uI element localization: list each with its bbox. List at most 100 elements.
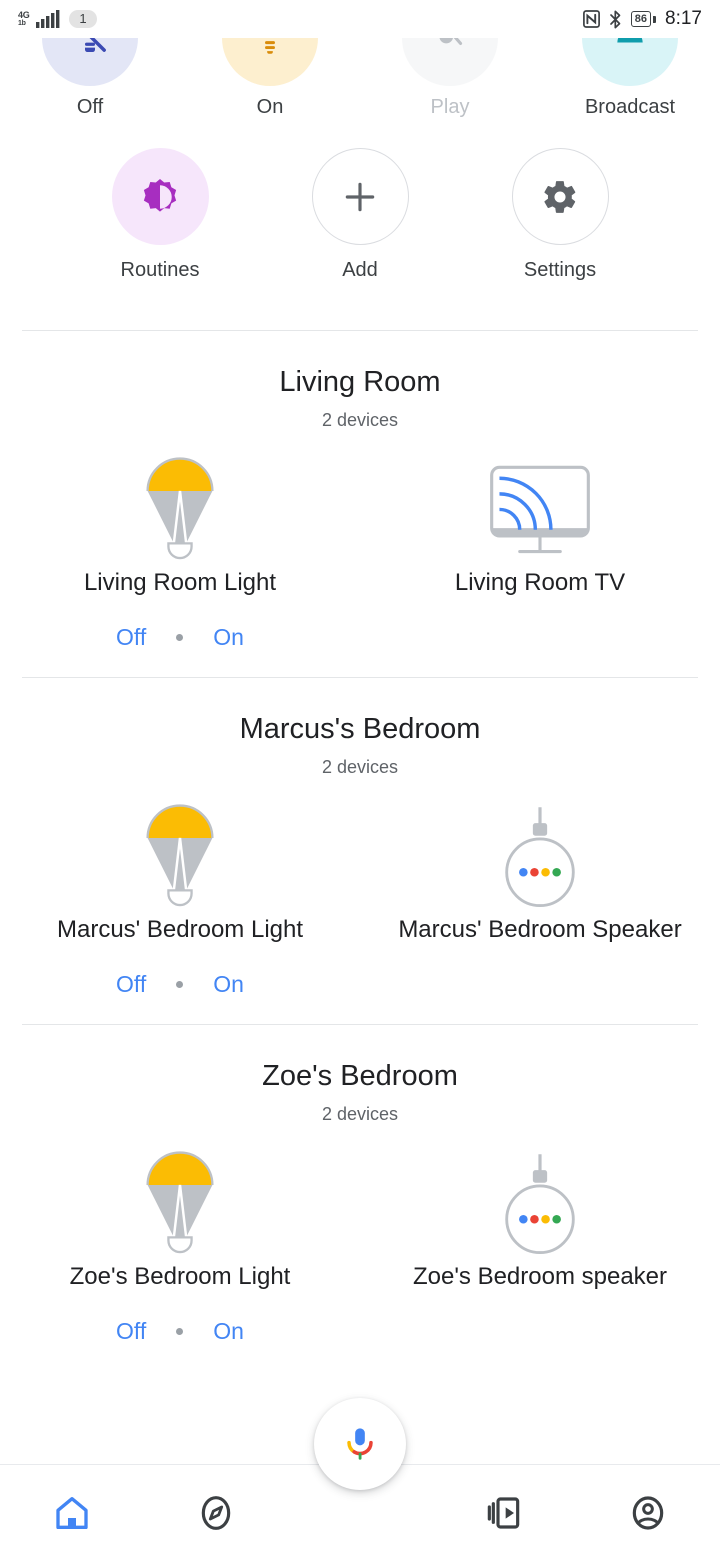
quick-action-play-circle[interactable] (402, 38, 498, 86)
device-icon-wrap[interactable] (133, 800, 227, 916)
nav-media[interactable] (432, 1465, 576, 1560)
add-button[interactable]: Add (286, 148, 434, 282)
device-on-button[interactable]: On (213, 1318, 244, 1345)
device-power-controls: Off On (116, 970, 244, 998)
google-assistant-mic-icon (347, 1428, 373, 1460)
battery-indicator: 86 (630, 11, 657, 27)
device-power-controls: Off On (116, 623, 244, 651)
room-section-living-room: Living Room 2 devices Living Room Light (0, 331, 720, 677)
status-bar: 4G 1b 1 86 8:17 (0, 0, 720, 38)
add-circle[interactable] (311, 148, 409, 245)
settings-button[interactable]: Settings (486, 148, 634, 282)
device-off-button[interactable]: Off (116, 971, 146, 998)
explore-compass-icon (201, 1495, 231, 1530)
room-section-marcuss-bedroom: Marcus's Bedroom 2 devices Marcus' Bedro… (0, 678, 720, 1024)
device-tile[interactable]: Living Room Light Off On (0, 453, 360, 651)
quick-action-on-label: On (256, 96, 284, 118)
actions-row: Routines Add Settings (0, 148, 720, 282)
network-type-secondary: 1b (18, 20, 26, 27)
routines-label: Routines (120, 259, 200, 281)
quick-action-broadcast-label: Broadcast (584, 96, 676, 118)
nav-explore[interactable] (144, 1465, 288, 1560)
device-name: Zoe's Bedroom speaker (412, 1263, 668, 1290)
assistant-mic-button[interactable] (314, 1398, 406, 1490)
account-icon (632, 1495, 664, 1530)
cast-tv-icon (490, 465, 590, 554)
play-media-icon (439, 38, 463, 45)
sim-badge: 1 (69, 10, 97, 28)
lightbulb-icon (146, 1151, 214, 1254)
room-device-count: 2 devices (321, 410, 399, 430)
nav-home[interactable] (0, 1465, 144, 1560)
settings-label: Settings (523, 259, 597, 281)
plus-icon (345, 182, 375, 211)
quick-action-off[interactable]: Off (0, 38, 180, 119)
rooms-list: Living Room 2 devices Living Room Light (0, 330, 720, 1345)
lightbulb-off-icon (85, 38, 106, 52)
quick-action-play[interactable]: Play (360, 38, 540, 119)
quick-action-broadcast-circle[interactable] (582, 38, 678, 86)
device-on-button[interactable]: On (213, 971, 244, 998)
network-type-label: 4G 1b (18, 10, 30, 28)
room-spacer (0, 998, 720, 1024)
quick-action-broadcast[interactable]: Broadcast (540, 38, 720, 119)
quick-actions-row: Off On Play Broadcast (0, 38, 720, 140)
device-tile[interactable]: Marcus' Bedroom Light Off On (0, 800, 360, 998)
device-icon-wrap[interactable] (133, 1147, 227, 1263)
battery-cap (653, 15, 657, 23)
home-icon (56, 1496, 88, 1529)
device-off-button[interactable]: Off (116, 1318, 146, 1345)
settings-circle[interactable] (511, 148, 609, 245)
media-library-icon (487, 1496, 520, 1529)
device-tile[interactable]: Zoe's Bedroom speaker Off On (360, 1147, 720, 1345)
quick-action-on[interactable]: On (180, 38, 360, 119)
routines-button[interactable]: Routines (86, 148, 234, 282)
room-devices: Zoe's Bedroom Light Off On Zoe's Bedroom… (0, 1147, 720, 1345)
quick-action-play-label: Play (430, 96, 470, 118)
device-tile[interactable]: Zoe's Bedroom Light Off On (0, 1147, 360, 1345)
device-off-button[interactable]: Off (116, 624, 146, 651)
speaker-icon (505, 1154, 575, 1255)
battery-level-label: 86 (630, 11, 652, 27)
control-separator-dot (176, 1327, 184, 1335)
add-label: Add (342, 259, 378, 281)
signal-bars-icon (36, 10, 60, 28)
speaker-icon (505, 807, 575, 908)
room-title: Zoe's Bedroom (262, 1060, 458, 1092)
quick-action-on-circle[interactable] (222, 38, 318, 86)
bluetooth-icon (609, 10, 621, 28)
room-spacer (0, 651, 720, 677)
broadcast-icon (617, 38, 643, 43)
device-name: Living Room Light (83, 569, 277, 596)
lightbulb-on-icon (265, 41, 275, 54)
device-tile[interactable]: Marcus' Bedroom Speaker Off On (360, 800, 720, 998)
device-name: Zoe's Bedroom Light (69, 1263, 291, 1290)
device-tile[interactable]: Living Room TV Off On (360, 453, 720, 651)
nfc-icon (582, 10, 600, 28)
network-type-primary: 4G (18, 10, 30, 20)
control-separator-dot (176, 633, 184, 641)
room-device-count: 2 devices (321, 757, 399, 777)
device-icon-wrap[interactable] (494, 800, 586, 916)
device-on-button[interactable]: On (213, 624, 244, 651)
brightness-routines-icon (143, 178, 177, 212)
status-bar-right: 86 8:17 (582, 8, 702, 30)
device-icon-wrap[interactable] (487, 453, 593, 569)
room-devices: Marcus' Bedroom Light Off On Marcus' Bed… (0, 800, 720, 998)
room-device-count: 2 devices (321, 1104, 399, 1124)
nav-account[interactable] (576, 1465, 720, 1560)
device-icon-wrap[interactable] (494, 1147, 586, 1263)
lightbulb-icon (146, 457, 214, 560)
device-name: Marcus' Bedroom Light (56, 916, 304, 943)
device-icon-wrap[interactable] (133, 453, 227, 569)
quick-action-off-circle[interactable] (42, 38, 138, 86)
google-home-screen: 4G 1b 1 86 8:17 Off On Play Broadcast Ro… (0, 0, 720, 1560)
lightbulb-icon (146, 804, 214, 907)
device-power-controls: Off On (116, 1317, 244, 1345)
device-name: Marcus' Bedroom Speaker (398, 916, 682, 943)
device-name: Living Room TV (454, 569, 626, 596)
routines-circle[interactable] (111, 148, 209, 245)
quick-action-off-label: Off (76, 96, 104, 118)
gear-icon (544, 180, 576, 213)
status-bar-left: 4G 1b 1 (18, 9, 97, 29)
